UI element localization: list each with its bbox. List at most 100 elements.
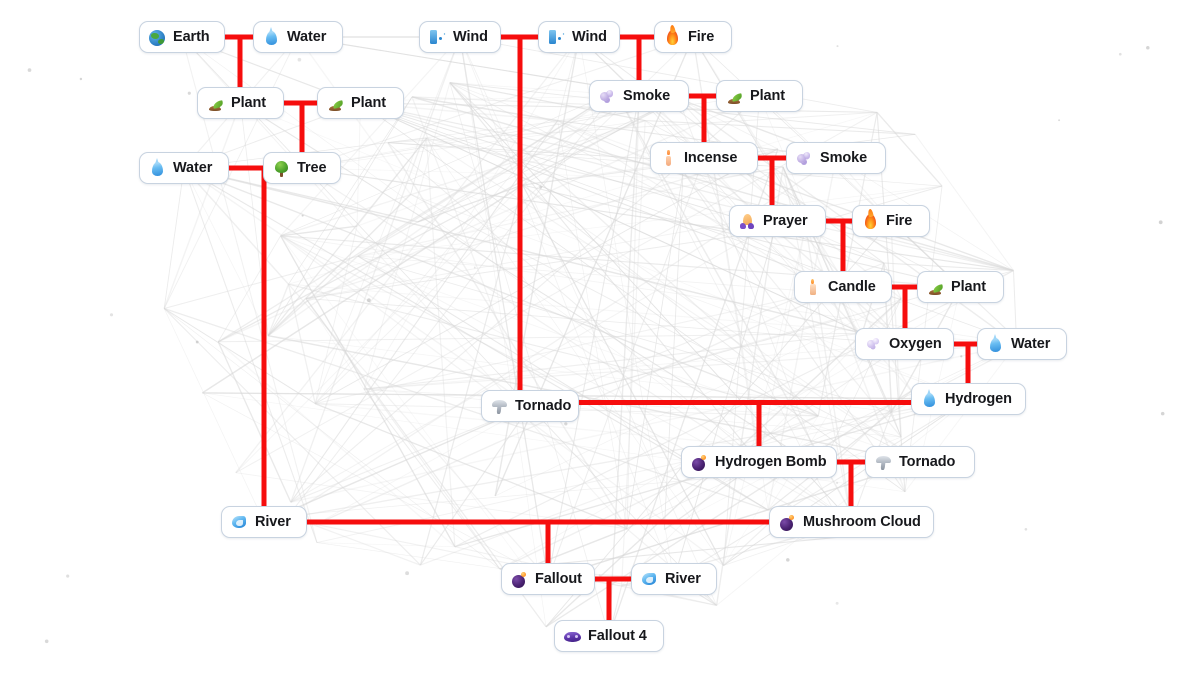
background-link <box>547 157 705 580</box>
background-link <box>449 82 610 637</box>
background-link <box>883 262 1014 272</box>
craft-node-smoke_a[interactable]: Smoke <box>589 80 689 112</box>
distant-node-dot <box>1058 119 1061 122</box>
craft-node-river_left[interactable]: River <box>221 506 307 538</box>
game-icon <box>564 628 581 645</box>
craft-node-fire_b[interactable]: Fire <box>852 205 930 237</box>
background-link <box>387 142 628 530</box>
river-icon <box>641 571 658 588</box>
background-link <box>305 298 501 570</box>
background-link <box>758 225 807 463</box>
prayer-icon <box>739 213 756 230</box>
distant-node-dot <box>405 571 410 576</box>
craft-node-hydrogen_bomb[interactable]: Hydrogen Bomb <box>681 446 837 478</box>
background-link <box>716 398 969 606</box>
craft-node-water_top[interactable]: Water <box>253 21 343 53</box>
background-link <box>387 137 427 144</box>
distant-node-dot <box>564 422 568 426</box>
craft-node-water_left[interactable]: Water <box>139 152 229 184</box>
recipe-tree-canvas: Earth Water Wind Wind Fire Plant Plant Smoke Pla… <box>0 0 1200 675</box>
tornado-icon <box>875 454 892 471</box>
craft-node-plant_c[interactable]: Plant <box>716 80 803 112</box>
background-link <box>673 398 969 580</box>
craft-node-tornado_b[interactable]: Tornado <box>865 446 975 478</box>
craft-node-oxygen[interactable]: Oxygen <box>855 328 954 360</box>
craft-node-fire_top[interactable]: Fire <box>654 21 732 53</box>
craft-node-fallout[interactable]: Fallout <box>501 563 595 595</box>
wind-icon <box>429 29 446 46</box>
distant-node-dot <box>301 214 304 217</box>
craft-node-hydrogen[interactable]: Hydrogen <box>911 383 1026 415</box>
background-link <box>263 398 969 523</box>
craft-node-incense[interactable]: Incense <box>650 142 758 174</box>
background-link <box>419 405 531 566</box>
background-link <box>449 82 819 417</box>
craft-node-label: Water <box>173 159 213 176</box>
distant-node-dot <box>598 574 601 577</box>
distant-node-dot <box>1146 46 1150 50</box>
background-link <box>411 96 1014 272</box>
craft-node-label: Candle <box>828 278 876 295</box>
background-link <box>217 95 760 343</box>
background-link <box>218 332 863 343</box>
bomb-icon <box>691 454 708 471</box>
craft-node-label: Fire <box>688 28 715 45</box>
craft-node-label: Smoke <box>820 149 868 166</box>
background-link <box>410 138 427 195</box>
background-link <box>357 255 852 523</box>
craft-node-tornado_a[interactable]: Tornado <box>481 390 579 422</box>
distant-node-dot <box>297 57 302 62</box>
craft-node-earth[interactable]: Earth <box>139 21 225 53</box>
craft-node-label: Tornado <box>899 453 956 470</box>
craft-node-wind_a[interactable]: Wind <box>419 21 501 53</box>
distant-node-dot <box>187 91 191 95</box>
background-link <box>626 343 905 530</box>
background-link <box>449 82 844 288</box>
distant-node-dot <box>1024 527 1028 531</box>
background-link <box>183 167 531 407</box>
background-link <box>183 167 819 417</box>
craft-node-label: Plant <box>951 278 986 295</box>
background-link <box>280 235 456 547</box>
distant-node-dot <box>835 601 839 605</box>
water-icon <box>149 157 166 177</box>
craft-node-label: Plant <box>351 94 386 111</box>
background-link <box>419 184 524 566</box>
smoke-icon <box>599 88 616 105</box>
background-link <box>163 307 769 511</box>
background-link <box>723 390 912 566</box>
background-link <box>410 193 921 463</box>
background-link <box>163 308 316 405</box>
background-link <box>522 106 659 186</box>
distant-node-dot <box>960 355 963 358</box>
background-link <box>664 343 1017 530</box>
craft-node-label: Wind <box>453 28 488 45</box>
craft-node-prayer[interactable]: Prayer <box>729 205 826 237</box>
craft-node-plant_a[interactable]: Plant <box>197 87 284 119</box>
background-link <box>267 193 412 337</box>
craft-node-smoke_b[interactable]: Smoke <box>786 142 886 174</box>
background-link <box>217 91 616 343</box>
background-link <box>280 235 456 548</box>
craft-node-plant_b[interactable]: Plant <box>317 87 404 119</box>
background-link <box>626 95 640 529</box>
craft-node-mushroom_cloud[interactable]: Mushroom Cloud <box>769 506 934 538</box>
background-link <box>183 167 863 335</box>
background-link <box>305 298 365 390</box>
craft-node-candle[interactable]: Candle <box>794 271 892 303</box>
distant-node-dot <box>836 481 839 484</box>
craft-node-wind_b[interactable]: Wind <box>538 21 620 53</box>
craft-node-tree[interactable]: Tree <box>263 152 341 184</box>
background-link <box>280 36 461 237</box>
craft-node-river_b[interactable]: River <box>631 563 717 595</box>
background-link <box>459 36 675 580</box>
craft-node-plant_d[interactable]: Plant <box>917 271 1004 303</box>
background-link <box>363 388 819 417</box>
craft-node-fallout4[interactable]: Fallout 4 <box>554 620 664 652</box>
background-link <box>363 388 902 438</box>
craft-node-water_right[interactable]: Water <box>977 328 1067 360</box>
background-link <box>202 392 969 400</box>
background-link <box>723 415 819 566</box>
background-link <box>499 270 1014 570</box>
background-link <box>425 138 456 547</box>
